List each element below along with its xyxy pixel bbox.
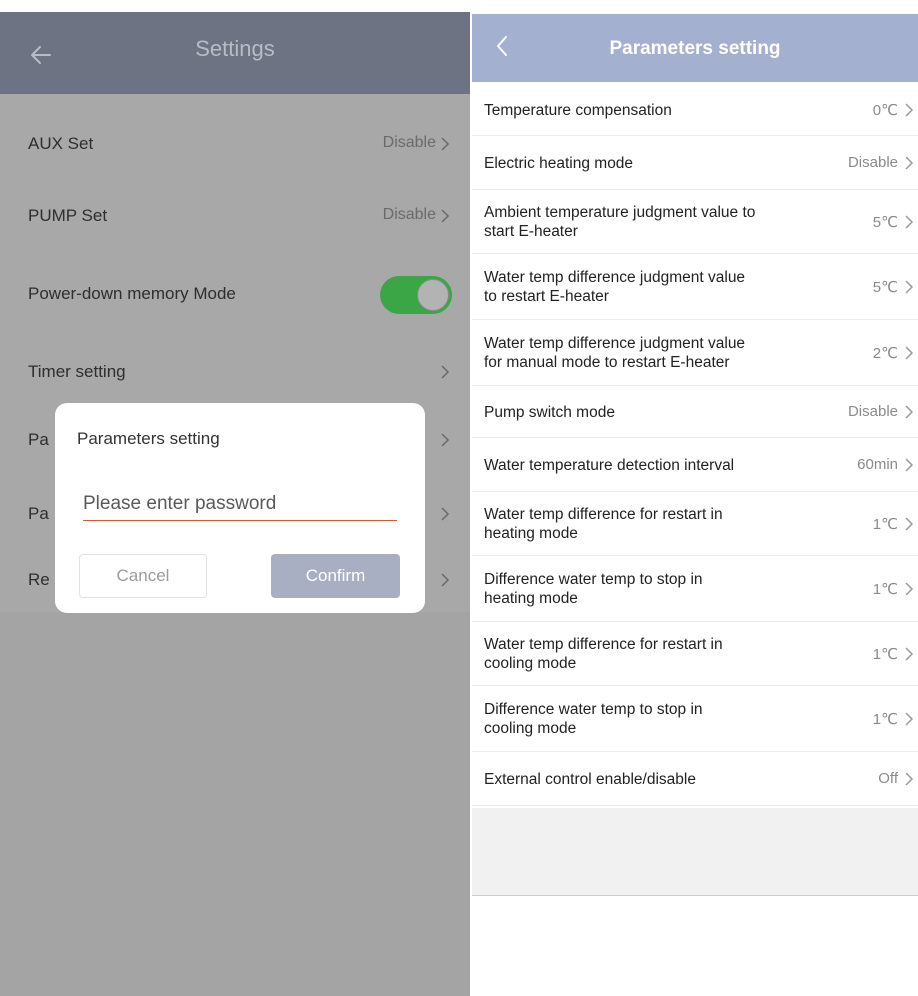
parameters-title: Parameters setting [609, 38, 781, 59]
water-temp-detection-interval-row[interactable]: Water temperature detection interval 60mi… [472, 438, 918, 492]
power-down-memory-toggle[interactable] [380, 276, 452, 314]
toggle-knob [417, 279, 449, 311]
row-label: PUMP Set [28, 206, 108, 225]
parameter-value: 1℃ [872, 516, 898, 533]
parameter-value: 5℃ [872, 279, 898, 296]
parameters-header: Parameters setting [472, 14, 918, 82]
row-label: Pa [28, 430, 49, 449]
parameter-label: Electric heating mode [484, 154, 634, 172]
password-field-wrapper [83, 489, 397, 521]
parameter-value: 60min [857, 456, 898, 473]
parameter-label: Pump switch mode [484, 403, 615, 421]
manual-mode-restart-e-heater-row[interactable]: Water temp difference judgment value for… [472, 320, 918, 386]
chevron-right-icon [904, 711, 914, 727]
heating-restart-diff-row[interactable]: Water temp difference for restart in hea… [472, 492, 918, 556]
parameter-label: Water temperature detection interval [484, 456, 735, 474]
aux-set-row[interactable]: AUX Set Disable [0, 124, 470, 164]
chevron-right-icon [440, 136, 450, 152]
parameter-value: 0℃ [872, 102, 898, 119]
chevron-right-icon [904, 457, 914, 473]
password-input[interactable] [83, 489, 397, 519]
electric-heating-mode-row[interactable]: Electric heating mode Disable [472, 136, 918, 190]
row-value: Disable [382, 206, 436, 223]
row-label: Timer setting [28, 362, 126, 381]
chevron-right-icon [440, 572, 450, 588]
parameter-value: 1℃ [872, 711, 898, 728]
chevron-right-icon [440, 432, 450, 448]
chevron-right-icon [904, 345, 914, 361]
chevron-right-icon [904, 646, 914, 662]
temperature-compensation-row[interactable]: Temperature compensation 0℃ [472, 84, 918, 136]
chevron-right-icon [904, 214, 914, 230]
chevron-right-icon [904, 279, 914, 295]
cooling-stop-diff-row[interactable]: Difference water temp to stop in cooling… [472, 686, 918, 752]
status-bar-strip [0, 0, 470, 12]
pump-switch-mode-row[interactable]: Pump switch mode Disable [472, 386, 918, 438]
timer-setting-row[interactable]: Timer setting [0, 352, 470, 392]
chevron-right-icon [440, 364, 450, 380]
parameter-value: 2℃ [872, 345, 898, 362]
parameter-label: Temperature compensation [484, 101, 672, 119]
row-label: AUX Set [28, 134, 94, 153]
chevron-right-icon [440, 506, 450, 522]
row-label: Re [28, 570, 50, 589]
cancel-button[interactable]: Cancel [79, 554, 207, 598]
chevron-right-icon [440, 208, 450, 224]
chevron-right-icon [904, 102, 914, 118]
parameter-label: External control enable/disable [484, 770, 696, 788]
parameters-screen: Parameters setting Temperature compensat… [472, 0, 918, 996]
chevron-right-icon [904, 581, 914, 597]
chevron-right-icon [904, 404, 914, 420]
settings-title: Settings [195, 36, 275, 61]
parameter-label: Ambient temperature judgment value to st… [484, 204, 756, 240]
chevron-right-icon [904, 155, 914, 171]
parameter-value: Disable [847, 154, 898, 171]
water-temp-restart-e-heater-row[interactable]: Water temp difference judgment value to … [472, 254, 918, 320]
parameter-label: Difference water temp to stop in cooling… [484, 701, 703, 737]
cooling-restart-diff-row[interactable]: Water temp difference for restart in coo… [472, 622, 918, 686]
parameter-value: 1℃ [872, 646, 898, 663]
parameter-label: Water temp difference for restart in coo… [484, 636, 723, 672]
heating-stop-diff-row[interactable]: Difference water temp to stop in heating… [472, 556, 918, 622]
chevron-right-icon [904, 771, 914, 787]
parameter-value: Disable [847, 403, 898, 420]
settings-screen: Settings AUX Set Disable PUMP Set Disabl… [0, 0, 470, 996]
dialog-title: Parameters setting [77, 429, 220, 448]
parameter-value: 1℃ [872, 581, 898, 598]
password-dialog: Parameters setting Cancel Confirm [55, 403, 425, 613]
chevron-right-icon [904, 516, 914, 532]
row-label: Power-down memory Mode [28, 284, 236, 303]
row-value: Disable [382, 134, 436, 151]
parameter-label: Water temp difference judgment value for… [484, 335, 746, 371]
parameter-value: 5℃ [872, 214, 898, 231]
ambient-temp-e-heater-row[interactable]: Ambient temperature judgment value to st… [472, 190, 918, 254]
row-label: Pa [28, 504, 49, 523]
list-footer [472, 808, 918, 896]
confirm-button[interactable]: Confirm [271, 554, 400, 598]
external-control-row[interactable]: External control enable/disable Off [472, 752, 918, 806]
parameter-label: Difference water temp to stop in heating… [484, 571, 703, 607]
pump-set-row[interactable]: PUMP Set Disable [0, 196, 470, 236]
parameter-label: Water temp difference for restart in hea… [484, 506, 723, 542]
status-bar-strip [472, 0, 918, 14]
parameter-value: Off [878, 770, 898, 787]
parameter-label: Water temp difference judgment value to … [484, 269, 746, 305]
